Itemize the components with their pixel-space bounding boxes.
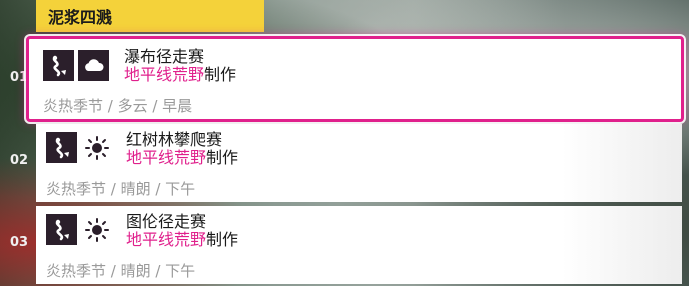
event-creator: 地平线荒野制作: [126, 149, 238, 167]
event-card[interactable]: 红树林攀爬赛 地平线荒野制作 炎热季节 / 晴朗 / 下午: [36, 124, 682, 202]
card-fade: [562, 206, 682, 284]
creator-suffix: 制作: [206, 148, 239, 167]
event-conditions: 炎热季节 / 晴朗 / 下午: [46, 262, 196, 280]
card-fade: [562, 124, 682, 202]
section-header: 泥浆四溅: [36, 0, 264, 32]
event-conditions: 炎热季节 / 多云 / 早晨: [43, 97, 193, 115]
event-title: 红树林攀爬赛: [126, 130, 223, 149]
event-card[interactable]: 图伦径走赛 地平线荒野制作 炎热季节 / 晴朗 / 下午: [36, 206, 682, 284]
trail-route-icon: [46, 214, 77, 245]
row-number: 02: [10, 153, 29, 168]
creator-highlight: 地平线荒野: [124, 65, 205, 84]
event-creator: 地平线荒野制作: [124, 66, 236, 84]
sun-icon: [81, 132, 112, 163]
creator-suffix: 制作: [206, 230, 239, 249]
event-card[interactable]: 瀑布径走赛 地平线荒野制作 炎热季节 / 多云 / 早晨: [26, 36, 684, 122]
creator-highlight: 地平线荒野: [126, 148, 207, 167]
creator-suffix: 制作: [204, 65, 237, 84]
cloud-icon: [78, 50, 109, 81]
sun-icon: [81, 214, 112, 245]
event-creator: 地平线荒野制作: [126, 231, 238, 249]
event-title: 瀑布径走赛: [124, 47, 205, 66]
row-number: 03: [10, 235, 29, 250]
trail-route-icon: [43, 50, 74, 81]
event-title: 图伦径走赛: [126, 212, 207, 231]
section-title: 泥浆四溅: [48, 8, 113, 27]
creator-highlight: 地平线荒野: [126, 230, 207, 249]
trail-route-icon: [46, 132, 77, 163]
event-conditions: 炎热季节 / 晴朗 / 下午: [46, 180, 196, 198]
